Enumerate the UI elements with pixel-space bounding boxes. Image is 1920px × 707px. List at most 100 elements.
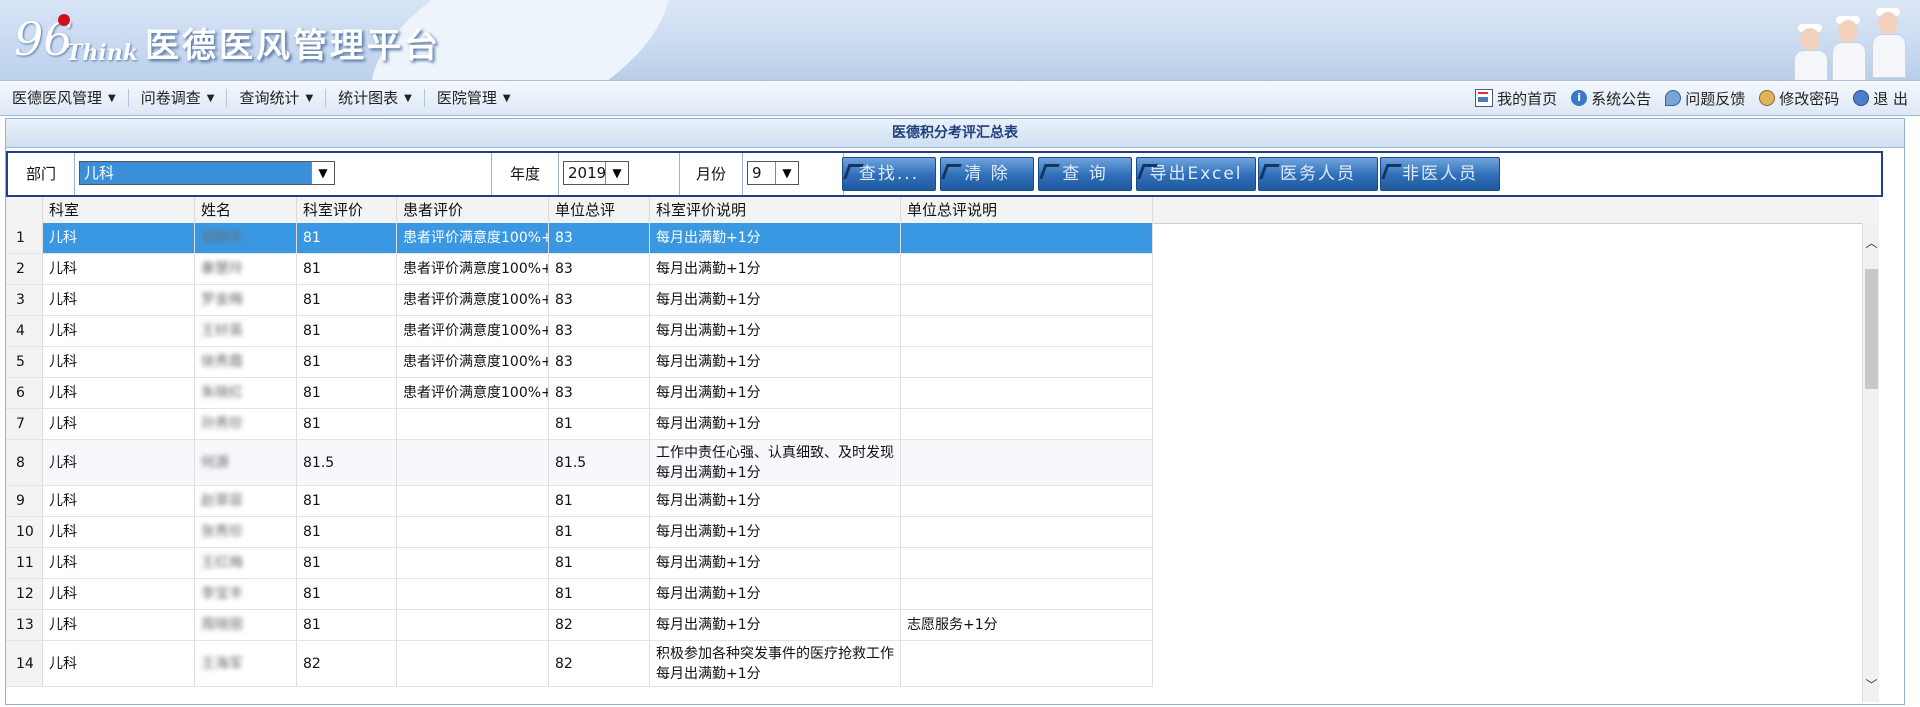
vertical-scrollbar[interactable]: ︿ ﹀	[1862, 223, 1879, 702]
cell-rownum-text: 7	[16, 416, 25, 432]
header-dept-eval[interactable]: 科室评价	[297, 197, 397, 223]
table-row[interactable]: 4 儿科 王好英 81 患者评价满意度100%+ 83 每月出满勤+1分	[6, 316, 1861, 347]
non-medical-staff-button[interactable]: 非医人员	[1380, 157, 1500, 191]
cell-dept-eval-text: 81	[303, 524, 321, 540]
cell-total-eval-text: 83	[555, 354, 573, 370]
table-row[interactable]: 9 儿科 赵翠容 81 81 每月出满勤+1分	[6, 486, 1861, 517]
cell-dept: 儿科	[43, 409, 195, 440]
export-excel-button[interactable]: 导出Excel	[1136, 157, 1256, 191]
cell-dept-note: 工作中责任心强、认真细致、及时发现 每月出满勤+1分	[650, 440, 901, 486]
scroll-down-icon[interactable]: ﹀	[1863, 677, 1879, 694]
change-password-link[interactable]: 修改密码	[1759, 88, 1839, 109]
dept-select[interactable]: 儿科 ▼	[79, 161, 335, 185]
cell-rownum: 14	[6, 641, 43, 687]
cell-name: 王红梅	[195, 548, 297, 579]
cell-dept-note-text: 每月出满勤+1分	[656, 385, 761, 401]
cell-dept-eval: 81	[297, 285, 397, 316]
table-row[interactable]: 6 儿科 朱晓红 81 患者评价满意度100%+ 83 每月出满勤+1分	[6, 378, 1861, 409]
cell-name-text: 秦慧玲	[201, 261, 243, 277]
cell-rownum: 12	[6, 579, 43, 610]
table-row[interactable]: 5 儿科 徐秀霞 81 患者评价满意度100%+ 83 每月出满勤+1分	[6, 347, 1861, 378]
find-button[interactable]: 查找...	[842, 157, 936, 191]
menu-survey[interactable]: 问卷调查 ▼	[129, 89, 228, 107]
cell-rownum-text: 10	[16, 524, 34, 540]
link-label: 系统公告	[1591, 89, 1652, 108]
scroll-up-icon[interactable]: ︿	[1863, 235, 1879, 252]
cell-total-eval: 83	[549, 223, 650, 254]
menu-query-stats[interactable]: 查询统计 ▼	[227, 89, 327, 107]
logout-icon	[1853, 90, 1870, 106]
cell-patient-eval	[397, 579, 549, 610]
menu-ethics-management[interactable]: 医德医风管理 ▼	[0, 89, 129, 107]
table-row[interactable]: 13 儿科 周晓丽 81 82 每月出满勤+1分 志愿服务+1分	[6, 610, 1861, 641]
medical-staff-button[interactable]: 医务人员	[1258, 157, 1378, 191]
cell-dept-eval-text: 81	[303, 555, 321, 571]
cell-dept-note-text: 每月出满勤+1分	[656, 617, 761, 633]
cell-dept-note-text: 每月出满勤+1分	[656, 493, 761, 509]
cell-patient-eval: 患者评价满意度100%+	[397, 316, 549, 347]
cell-dept: 儿科	[43, 610, 195, 641]
cell-total-note	[901, 579, 1153, 610]
header-dept[interactable]: 科室	[43, 197, 195, 223]
header-total-note[interactable]: 单位总评说明	[901, 197, 1153, 223]
cell-dept-note-text: 每月出满勤+1分	[656, 292, 761, 308]
menu-hospital-management[interactable]: 医院管理 ▼	[425, 89, 523, 107]
month-select[interactable]: 9 ▼	[747, 161, 799, 185]
cell-dept: 儿科	[43, 285, 195, 316]
cell-rownum: 11	[6, 548, 43, 579]
cell-dept-eval: 81	[297, 254, 397, 285]
dept-note-line: 每月出满勤+1分	[656, 465, 761, 481]
cell-dept-eval: 81	[297, 579, 397, 610]
table-row[interactable]: 8 儿科 何源 81.5 81.5 工作中责任心强、认真细致、及时发现 每月出满勤+1分	[6, 440, 1861, 486]
logout-link[interactable]: 退 出	[1853, 88, 1908, 109]
cell-total-eval-text: 81	[555, 416, 573, 432]
table-row[interactable]: 14 儿科 王海军 82 82 积极参加各种突发事件的医疗抢救工作 每月出满勤+1分	[6, 641, 1861, 687]
dept-note-line: 积极参加各种突发事件的医疗抢救工作	[656, 646, 894, 662]
table-row[interactable]: 2 儿科 秦慧玲 81 患者评价满意度100%+ 83 每月出满勤+1分	[6, 254, 1861, 285]
cell-rownum-text: 12	[16, 586, 34, 602]
cell-rownum: 8	[6, 440, 43, 486]
cell-dept-note: 每月出满勤+1分	[650, 548, 901, 579]
cell-rownum-text: 11	[16, 555, 34, 571]
table-row[interactable]: 10 儿科 张秀珍 81 81 每月出满勤+1分	[6, 517, 1861, 548]
cell-name-text: 罗金梅	[201, 292, 243, 308]
cell-dept-eval-text: 81	[303, 416, 321, 432]
cell-dept-text: 儿科	[49, 416, 77, 432]
header-name[interactable]: 姓名	[195, 197, 297, 223]
header-total-eval[interactable]: 单位总评	[549, 197, 650, 223]
dept-note-line: 工作中责任心强、认真细致、及时发现	[656, 445, 894, 461]
link-label: 修改密码	[1779, 89, 1840, 108]
header-dept-note[interactable]: 科室评价说明	[650, 197, 901, 223]
chevron-down-icon: ▼	[311, 162, 334, 184]
menu-label: 医德医风管理	[12, 89, 103, 107]
cell-rownum-text: 13	[16, 617, 34, 633]
cell-name: 王好英	[195, 316, 297, 347]
table-row[interactable]: 12 儿科 李宝丰 81 81 每月出满勤+1分	[6, 579, 1861, 610]
cell-total-eval: 83	[549, 347, 650, 378]
table-row[interactable]: 1 儿科 胡丽芳 81 患者评价满意度100%+ 83 每月出满勤+1分	[6, 223, 1861, 254]
cell-name-text: 徐秀霞	[201, 354, 243, 370]
table-row[interactable]: 3 儿科 罗金梅 81 患者评价满意度100%+ 83 每月出满勤+1分	[6, 285, 1861, 316]
cell-name: 徐秀霞	[195, 347, 297, 378]
caret-down-icon: ▼	[206, 92, 215, 104]
query-button[interactable]: 查 询	[1038, 157, 1132, 191]
cell-name: 赵翠容	[195, 486, 297, 517]
table-row[interactable]: 11 儿科 王红梅 81 81 每月出满勤+1分	[6, 548, 1861, 579]
cell-total-eval-text: 81	[555, 493, 573, 509]
my-homepage-link[interactable]: 我的首页	[1475, 88, 1557, 109]
menu-charts[interactable]: 统计图表 ▼	[326, 89, 425, 107]
header-patient-eval[interactable]: 患者评价	[397, 197, 549, 223]
cell-rownum: 10	[6, 517, 43, 548]
feedback-link[interactable]: 问题反馈	[1665, 88, 1745, 109]
password-icon	[1759, 90, 1776, 106]
year-select[interactable]: 2019 ▼	[563, 161, 629, 185]
cell-dept-note-text: 每月出满勤+1分	[656, 555, 761, 571]
cell-total-note	[901, 223, 1153, 254]
scrollbar-thumb[interactable]	[1865, 269, 1878, 389]
cell-dept-eval-text: 81	[303, 354, 321, 370]
clear-button[interactable]: 清 除	[940, 157, 1034, 191]
announcement-link[interactable]: i 系统公告	[1571, 88, 1651, 109]
table-row[interactable]: 7 儿科 孙秀珍 81 81 每月出满勤+1分	[6, 409, 1861, 440]
cell-total-eval-text: 81.5	[555, 455, 587, 471]
cell-dept-note: 每月出满勤+1分	[650, 316, 901, 347]
